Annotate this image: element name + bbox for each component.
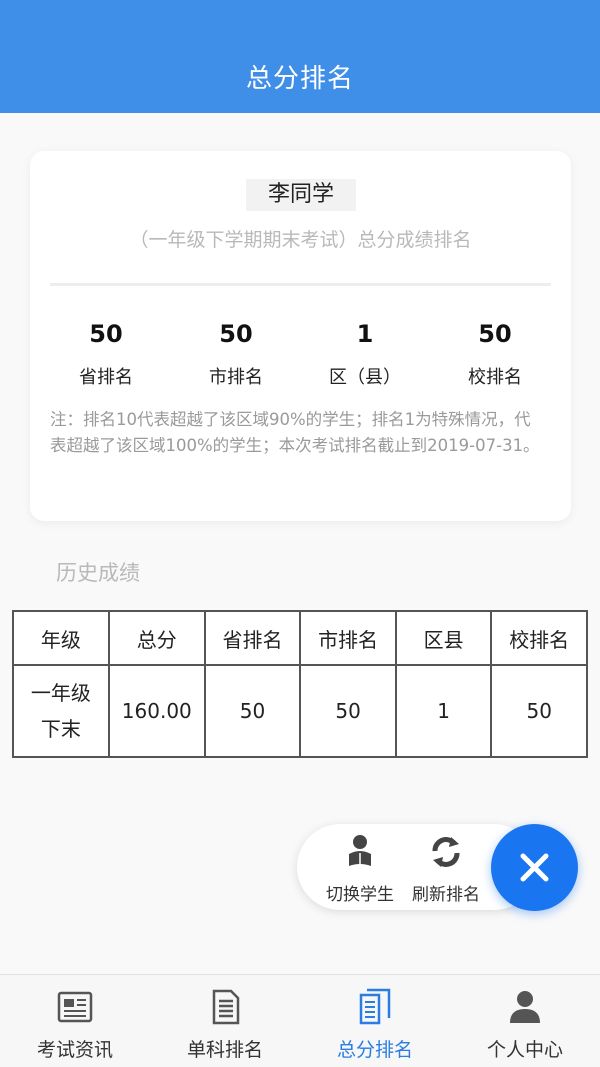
rank-value: 1 <box>356 320 374 348</box>
rank-value: 50 <box>219 320 253 348</box>
rank-value: 50 <box>478 320 512 348</box>
table-row: 一年级下末 160.00 50 50 1 50 <box>12 664 588 758</box>
column-header: 区县 <box>394 610 493 666</box>
switch-student-label: 切换学生 <box>326 885 394 905</box>
person-icon <box>450 987 600 1027</box>
rank-label: 市排名 <box>209 367 263 388</box>
exam-title: （一年级下学期期末考试）总分成绩排名 <box>129 229 472 251</box>
table-cell-city: 50 <box>299 664 397 758</box>
rank-label: 校排名 <box>468 367 522 388</box>
table-cell-province: 50 <box>203 664 302 758</box>
column-header: 市排名 <box>299 610 397 666</box>
refresh-ranking-label: 刷新排名 <box>412 885 480 905</box>
column-header: 年级 <box>12 610 110 666</box>
tab-profile[interactable]: 个人中心 <box>450 987 600 1062</box>
column-header: 省排名 <box>203 610 302 666</box>
tab-label: 考试资讯 <box>36 1039 113 1061</box>
app-header: 总分排名 <box>0 0 600 113</box>
refresh-ranking-button[interactable]: 刷新排名 <box>401 832 491 905</box>
rank-city: 50 市排名 <box>171 317 301 389</box>
ranking-note: 注：排名10代表超越了该区域90%的学生；排名1为特殊情况，代表超越了该区域10… <box>50 410 540 455</box>
page-title: 总分排名 <box>245 64 354 94</box>
tab-label: 单科排名 <box>186 1039 263 1061</box>
close-icon <box>520 853 549 882</box>
divider <box>50 283 551 286</box>
ranking-card: 李同学 （一年级下学期期末考试）总分成绩排名 50 省排名 50 市排名 1 区… <box>30 151 571 521</box>
history-section-title: 历史成绩 <box>56 561 140 585</box>
student-name: 李同学 <box>246 179 356 211</box>
grade-text: 一年级下末 <box>30 681 91 741</box>
bottom-tab-bar: 考试资讯 单科排名 总分排名 个人中心 <box>0 974 600 1067</box>
rank-district: 1 区（县） <box>300 317 430 389</box>
rank-school: 50 校排名 <box>430 317 560 389</box>
table-header-row: 年级 总分 省排名 市排名 区县 校排名 <box>12 610 588 666</box>
document-icon <box>150 987 300 1027</box>
table-cell-grade: 一年级下末 <box>12 664 110 758</box>
tab-label: 个人中心 <box>486 1039 563 1061</box>
column-header: 校排名 <box>490 610 588 666</box>
table-cell-school: 50 <box>490 664 588 758</box>
table-cell-total: 160.00 <box>107 664 206 758</box>
tab-label: 总分排名 <box>336 1039 413 1061</box>
rank-value: 50 <box>89 320 123 348</box>
tab-subject-ranking[interactable]: 单科排名 <box>150 987 300 1062</box>
switch-student-button[interactable]: 切换学生 <box>315 832 405 905</box>
rank-province: 50 省排名 <box>41 317 171 389</box>
history-table: 年级 总分 省排名 市排名 区县 校排名 一年级下末 160.00 50 50 … <box>12 610 588 758</box>
table-cell-district: 1 <box>394 664 493 758</box>
tab-total-ranking[interactable]: 总分排名 <box>300 987 450 1062</box>
rank-label: 省排名 <box>79 367 133 388</box>
tab-exam-news[interactable]: 考试资讯 <box>0 987 150 1062</box>
student-reading-icon <box>315 832 405 872</box>
newspaper-icon <box>0 987 150 1027</box>
refresh-icon <box>401 832 491 872</box>
column-header: 总分 <box>107 610 206 666</box>
fab-close-button[interactable] <box>491 824 578 911</box>
rank-label: 区（县） <box>329 367 401 388</box>
documents-icon <box>300 987 450 1027</box>
